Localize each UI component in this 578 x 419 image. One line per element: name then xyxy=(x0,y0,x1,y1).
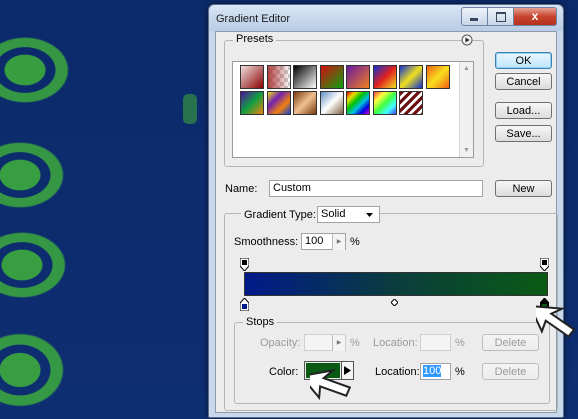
opacity-stop-right-icon[interactable] xyxy=(540,258,549,271)
new-button[interactable]: New xyxy=(495,180,552,197)
preset-swatch-spectrum[interactable] xyxy=(346,91,370,115)
preset-swatch-violet-green-orange[interactable] xyxy=(240,91,264,115)
stops-label: Stops xyxy=(243,316,278,328)
name-label: Name: xyxy=(225,183,258,195)
opacity-unit: % xyxy=(350,337,360,349)
opacity-field: ▶ xyxy=(304,334,346,351)
titlebar[interactable]: Gradient Editor x xyxy=(209,5,563,31)
gradient-editor-window: Gradient Editor x Presets ▲ ▼ OK Cancel … xyxy=(208,4,564,418)
color-stop-left-icon[interactable] xyxy=(240,298,249,311)
gradient-type-select[interactable]: Solid xyxy=(317,206,380,223)
save-button[interactable]: Save... xyxy=(495,125,552,142)
smoothness-value: 100 xyxy=(305,235,324,247)
presets-scrollbar[interactable]: ▲ ▼ xyxy=(459,62,473,157)
midpoint-diamond-icon[interactable] xyxy=(391,299,398,306)
smoothness-field[interactable]: 100 ▶ xyxy=(301,233,346,250)
cancel-button[interactable]: Cancel xyxy=(495,73,552,90)
scroll-up-icon[interactable]: ▲ xyxy=(460,65,473,72)
color-location-unit: % xyxy=(455,366,465,378)
smoothness-label: Smoothness: xyxy=(234,236,299,248)
opacity-location-field xyxy=(420,334,451,351)
close-icon: x xyxy=(531,9,539,23)
background-artwork-smudge xyxy=(183,94,197,124)
color-delete-button: Delete xyxy=(482,363,539,380)
preset-swatch-transparent-stripes[interactable] xyxy=(399,91,423,115)
scroll-down-icon[interactable]: ▼ xyxy=(460,147,473,154)
callout-arrow-color-icon xyxy=(310,368,352,401)
preset-swatch-blue-red-yellow[interactable] xyxy=(372,65,397,89)
color-location-label: Location: xyxy=(375,366,420,378)
preset-swatch-violet-orange[interactable] xyxy=(346,65,370,89)
close-button[interactable]: x xyxy=(514,7,557,26)
opacity-location-unit: % xyxy=(455,337,465,349)
gradient-type-label: Gradient Type: xyxy=(241,209,319,221)
minimize-icon xyxy=(470,18,478,21)
color-location-value: 100 xyxy=(423,365,442,377)
ok-button[interactable]: OK xyxy=(495,52,552,69)
minimize-button[interactable] xyxy=(461,7,488,26)
maximize-button[interactable] xyxy=(488,7,514,26)
opacity-stepper-icon: ▶ xyxy=(332,335,345,351)
presets-list[interactable]: ▲ ▼ xyxy=(232,61,474,158)
name-field[interactable]: Custom xyxy=(269,180,483,197)
color-label: Color: xyxy=(269,366,299,378)
preset-swatch-yellow-violet-orange-blue[interactable] xyxy=(266,91,291,115)
preset-swatch-transparent-rainbow[interactable] xyxy=(372,91,397,115)
gradient-preview-bar[interactable] xyxy=(244,272,548,296)
preset-swatch-foreground-to-transparent[interactable] xyxy=(266,65,291,89)
opacity-stop-left-icon[interactable] xyxy=(240,258,249,271)
presets-label: Presets xyxy=(233,33,277,45)
smoothness-stepper-icon[interactable]: ▶ xyxy=(332,234,345,250)
smoothness-unit: % xyxy=(350,236,360,248)
gradient-type-value: Solid xyxy=(321,208,346,220)
chevron-down-icon xyxy=(366,213,373,217)
preset-swatch-black-white[interactable] xyxy=(293,65,317,89)
callout-arrow-stop-icon xyxy=(536,304,576,338)
preset-swatch-chrome[interactable] xyxy=(319,91,344,115)
opacity-label: Opacity: xyxy=(260,337,301,349)
color-location-field[interactable]: 100 xyxy=(420,363,451,380)
preset-swatch-blue-yellow-blue[interactable] xyxy=(399,65,423,89)
preset-swatch-foreground-to-background[interactable] xyxy=(240,65,264,89)
preset-swatch-orange-yellow-orange[interactable] xyxy=(425,65,450,89)
opacity-location-label: Location: xyxy=(373,337,418,349)
presets-menu-icon[interactable] xyxy=(461,34,473,46)
maximize-icon xyxy=(496,12,506,22)
window-title: Gradient Editor xyxy=(216,13,290,25)
load-button[interactable]: Load... xyxy=(495,102,552,119)
preset-swatch-copper[interactable] xyxy=(293,91,317,115)
window-controls: x xyxy=(461,7,557,26)
preset-swatch-red-green[interactable] xyxy=(319,65,344,89)
opacity-delete-button: Delete xyxy=(482,334,539,351)
dialog-body: Presets ▲ ▼ OK Cancel Load... Save... Na… xyxy=(215,31,558,413)
